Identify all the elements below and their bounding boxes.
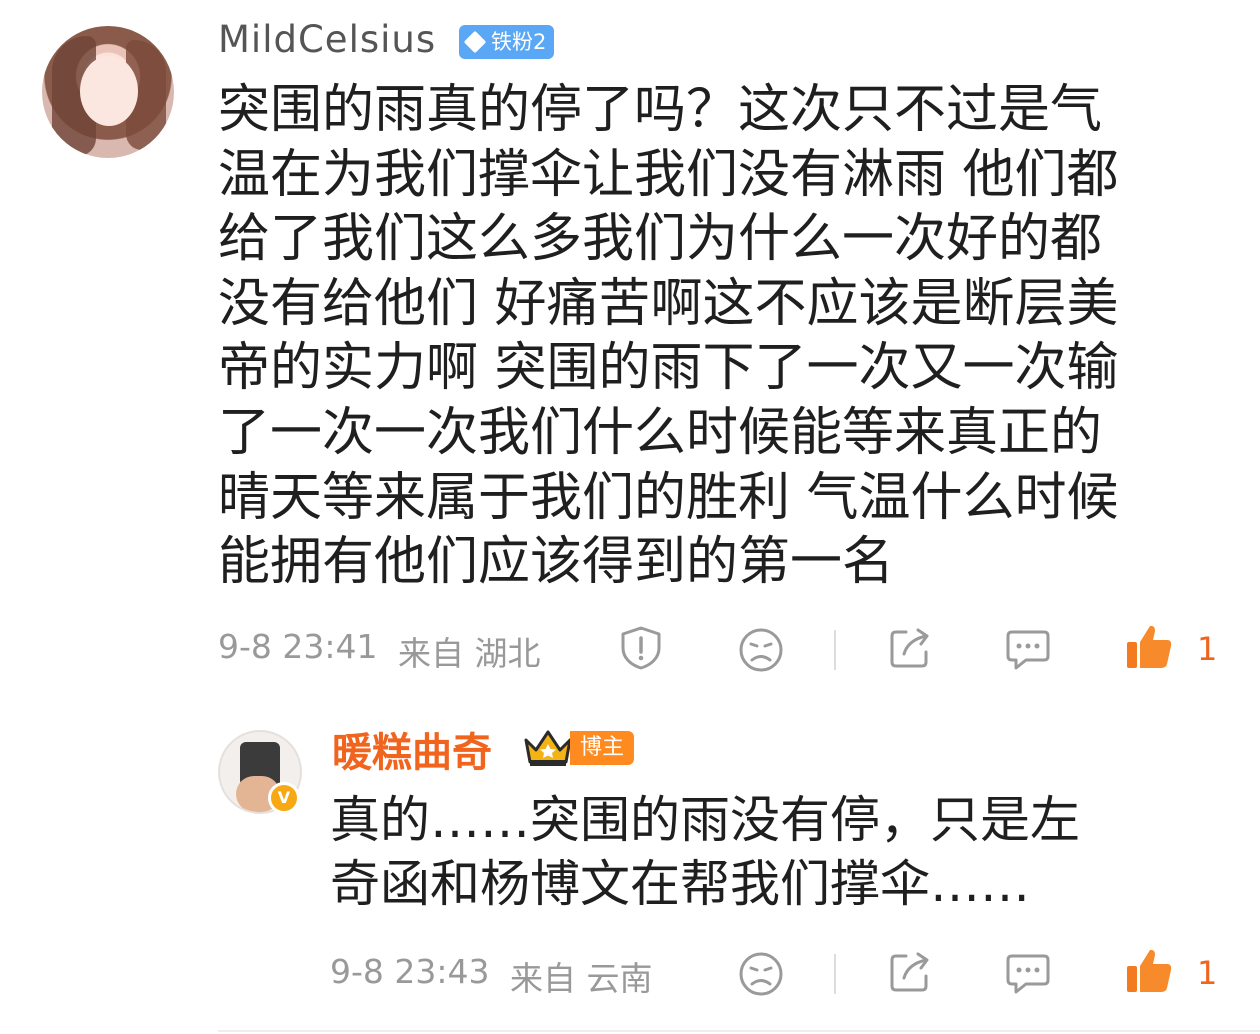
comment-line: 帝的实力啊 突围的雨下了一次又一次输 [218, 338, 1119, 399]
thumbs-up-icon[interactable] [1124, 622, 1174, 672]
comment-line: 没有给他们 好痛苦啊这不应该是断层美 [218, 273, 1119, 334]
comment-body: 突围的雨真的停了吗？这次只不过是气 温在为我们撑伞让我们没有淋雨 他们都 给了我… [218, 78, 1218, 595]
comment-icon[interactable] [1004, 624, 1052, 672]
dislike-face-icon[interactable] [737, 626, 785, 674]
crown-icon [524, 730, 572, 766]
fan-badge: 铁粉2 [459, 25, 555, 59]
divider [834, 630, 836, 670]
thumbs-up-icon[interactable] [1124, 946, 1174, 996]
reply-location: 来自 云南 [510, 959, 653, 998]
comment-line: 给了我们这么多我们为什么一次好的都 [218, 209, 1103, 270]
dislike-face-icon[interactable] [737, 950, 785, 998]
reply-line: 奇函和杨博文在帮我们撑伞…… [330, 855, 1030, 913]
share-icon[interactable] [886, 624, 934, 672]
fan-badge-label: 铁粉2 [491, 30, 547, 54]
comment-line: 晴天等来属于我们的胜利 气温什么时候 [218, 467, 1119, 528]
diamond-icon [463, 30, 487, 54]
divider-line [218, 1030, 1260, 1032]
comment-icon[interactable] [1004, 948, 1052, 996]
blogger-badge: 博主 [570, 731, 635, 765]
user-avatar[interactable] [42, 26, 174, 158]
comment-line: 温在为我们撑伞让我们没有淋雨 他们都 [218, 144, 1119, 205]
comment-time: 9-8 23:41 [218, 627, 378, 666]
comment-line: 突围的雨真的停了吗？这次只不过是气 [218, 80, 1103, 140]
comment-line: 了一次一次我们什么时候能等来真正的 [218, 402, 1103, 463]
reply-body: 真的……突围的雨没有停，只是左 奇函和杨博文在帮我们撑伞…… [330, 788, 1210, 916]
share-icon[interactable] [886, 948, 934, 996]
reply-time: 9-8 23:43 [330, 952, 490, 991]
comment-line: 能拥有他们应该得到的第一名 [218, 532, 895, 593]
divider [834, 954, 836, 994]
verified-badge-icon: V [268, 782, 300, 814]
report-icon[interactable] [617, 624, 665, 672]
comment-location: 来自 湖北 [398, 634, 541, 673]
reply-line: 真的……突围的雨没有停，只是左 [330, 791, 1080, 849]
reply-username[interactable]: 暖糕曲奇 [332, 720, 492, 778]
comment-username[interactable]: MildCelsius [218, 18, 436, 61]
like-count: 1 [1197, 630, 1218, 668]
like-count: 1 [1197, 954, 1218, 992]
